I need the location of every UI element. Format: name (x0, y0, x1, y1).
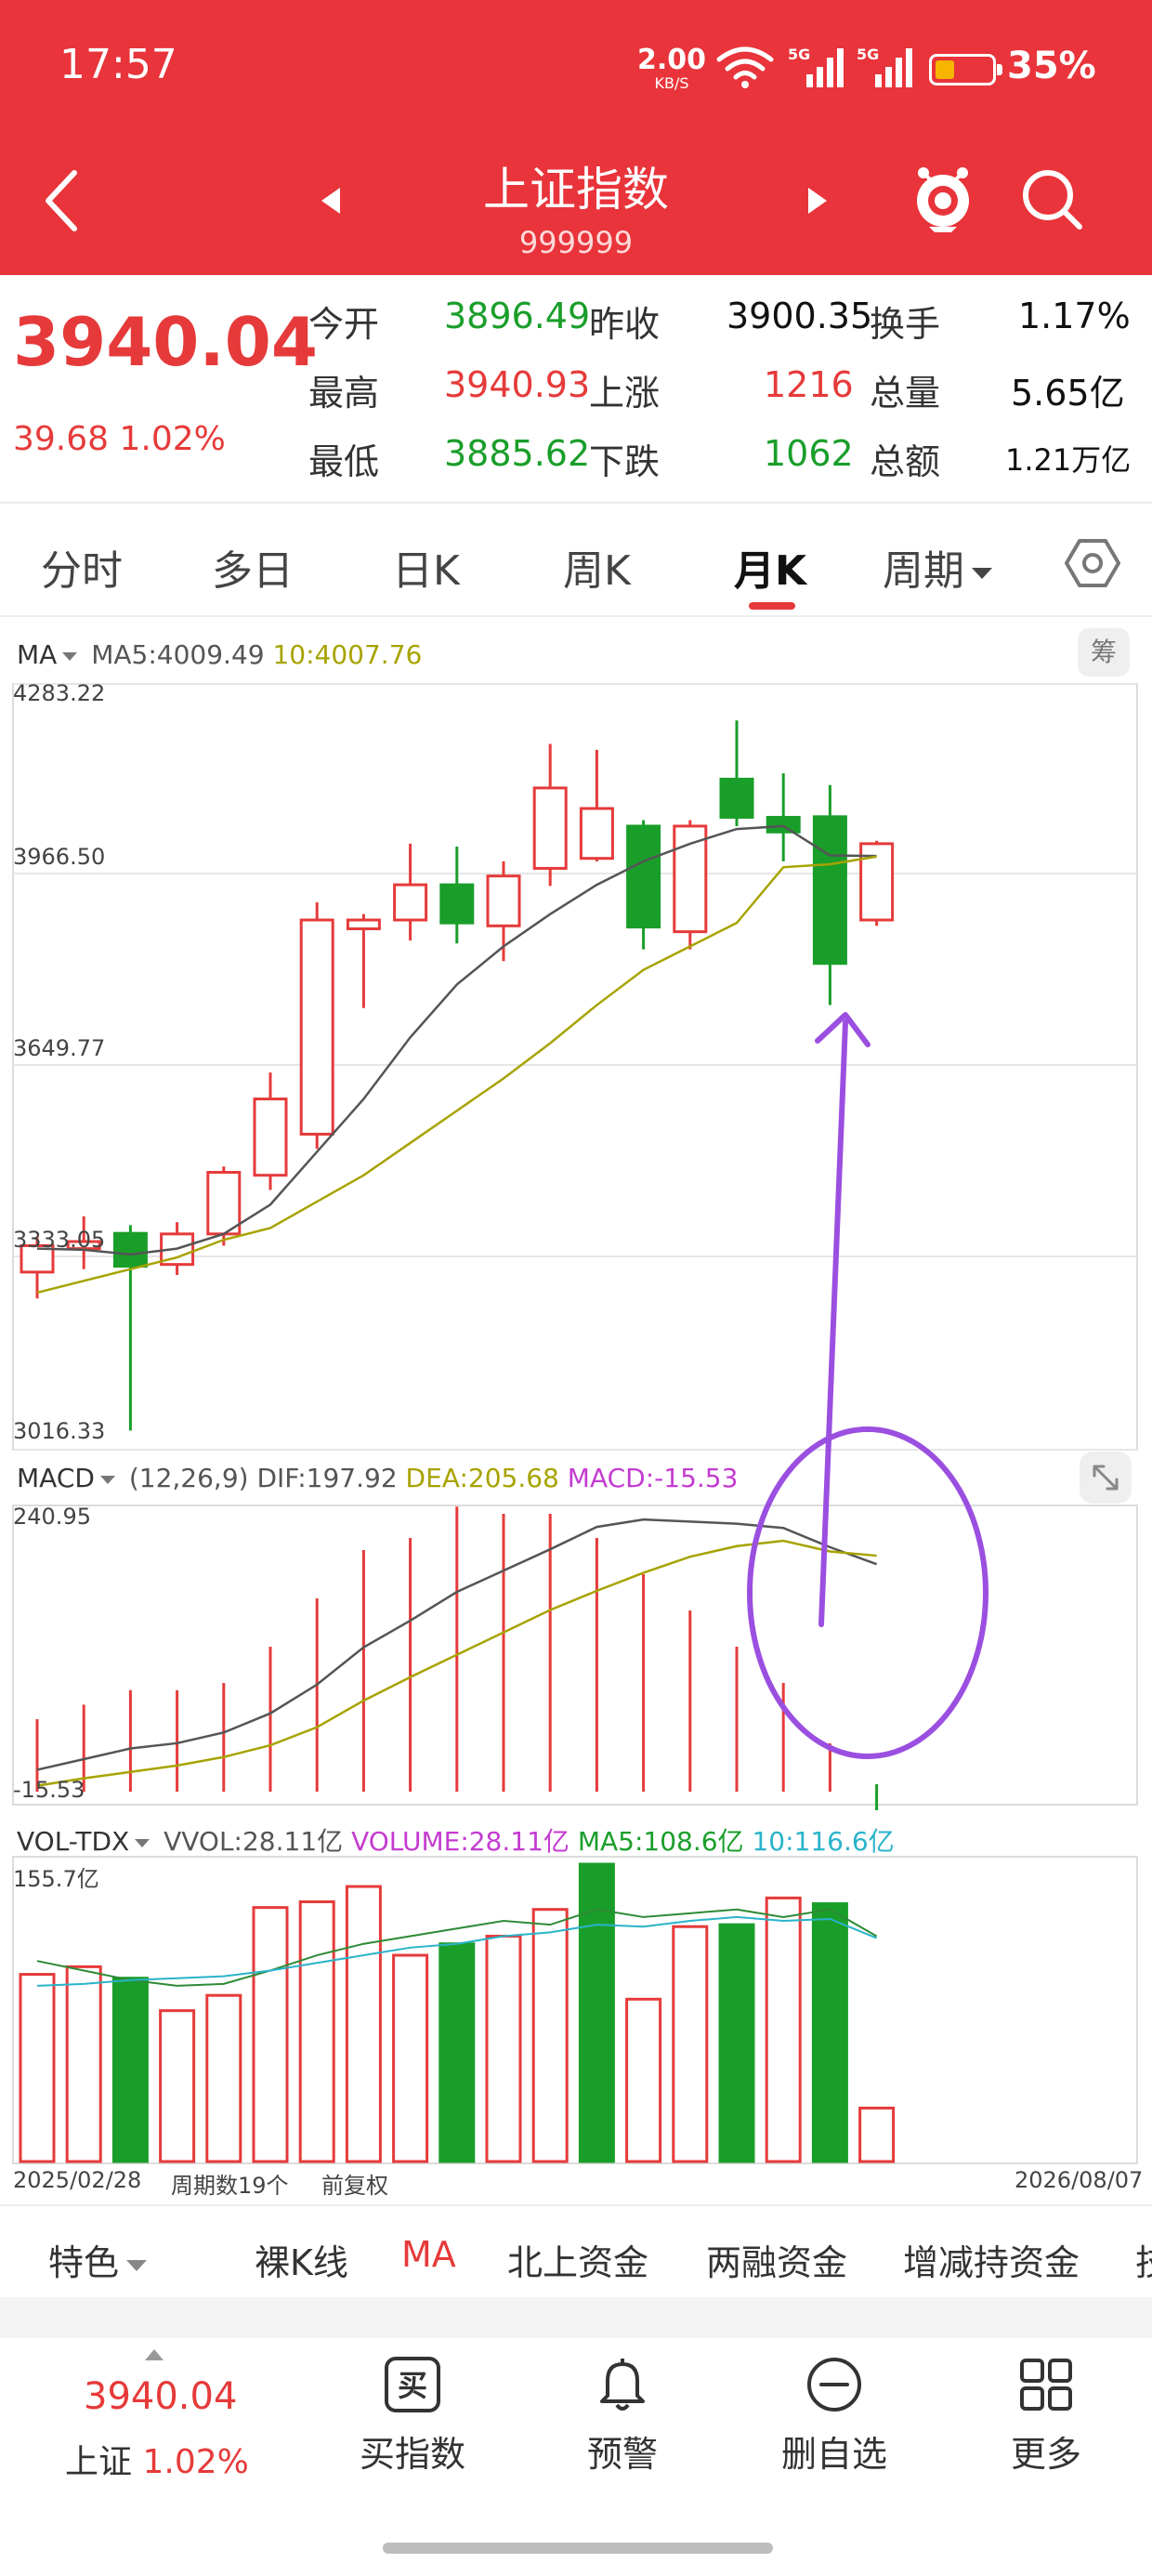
end-date: 2026/08/07 (1015, 2167, 1144, 2193)
volume-bar (159, 2009, 196, 2163)
remove-watchlist-button[interactable]: 删自选 (751, 2355, 918, 2477)
volume-bar (65, 1965, 102, 2163)
y-tick-label: 4283.22 (13, 680, 106, 706)
y-tick-label: 3016.33 (13, 1418, 106, 1444)
candle-body (206, 1171, 242, 1236)
remove-watchlist-icon (807, 2358, 861, 2412)
grid-lines (13, 683, 1137, 1451)
candle-body (486, 874, 521, 927)
start-date: 2025/02/28 (13, 2167, 142, 2193)
bottom-action-bar: 3940.04 上证 1.02% 买 买指数 预警 删自选 更多 (0, 2338, 1152, 2576)
volume-bar (625, 1997, 662, 2163)
candle-body (299, 918, 334, 1136)
feature-margin[interactable]: 两融资金 (706, 2234, 847, 2285)
macd-pane-frame (12, 1505, 1138, 1806)
chevron-down-icon (126, 2259, 148, 2271)
remove-watchlist-label: 删自选 (780, 2434, 887, 2475)
feature-special-dropdown[interactable]: 特色 (48, 2234, 148, 2285)
bottom-index-summary[interactable]: 上证 1.02% (65, 2435, 249, 2483)
volume-bar (439, 1942, 476, 2163)
feature-bar: 特色 裸K线 MA 北上资金 两融资金 增减持资金 技 (0, 2204, 1152, 2297)
feature-holding-change[interactable]: 增减持资金 (903, 2234, 1080, 2285)
volume-bar (111, 1977, 149, 2163)
volume-bar (765, 1896, 802, 2163)
alert-label: 预警 (586, 2434, 658, 2475)
bottom-price[interactable]: 3940.04 (84, 2375, 237, 2418)
volume-bar (252, 1906, 289, 2163)
kline-pane-frame (12, 683, 1138, 1451)
volume-bar (718, 1923, 755, 2163)
candle-body (673, 824, 708, 934)
buy-icon: 买 (385, 2357, 440, 2412)
alert-button[interactable]: 预警 (539, 2355, 706, 2477)
bottom-index-name: 上证 (65, 2443, 133, 2481)
volume-bar (345, 1885, 382, 2163)
annotation-arrow-line (818, 1019, 848, 1627)
candle-body (719, 777, 754, 819)
volume-bar (672, 1925, 709, 2163)
y-tick-label: 3649.77 (13, 1035, 106, 1061)
candle-body (532, 786, 568, 870)
vol-tick-label: 155.7亿 (13, 1866, 99, 1892)
bottom-index-change: 1.02% (142, 2443, 249, 2481)
buy-index-button[interactable]: 买 买指数 (329, 2355, 496, 2477)
feature-special-label: 特色 (48, 2242, 120, 2283)
volume-bar (485, 1934, 522, 2163)
feature-northbound[interactable]: 北上资金 (507, 2234, 648, 2285)
more-label: 更多 (1010, 2434, 1081, 2475)
volume-bar (392, 1953, 429, 2163)
svg-text:买: 买 (398, 2368, 427, 2403)
adjust-type: 前复权 (321, 2173, 388, 2199)
feature-ma[interactable]: MA (401, 2234, 456, 2275)
annotation (747, 1012, 988, 1759)
candle-body (112, 1231, 148, 1268)
feature-more-cut[interactable]: 技 (1135, 2234, 1152, 2285)
volume-bar (298, 1899, 335, 2163)
volume-bar (19, 1973, 56, 2163)
y-tick-label: 3333.05 (13, 1227, 106, 1253)
volume-bar (205, 1993, 242, 2163)
annotation-circle (747, 1426, 988, 1759)
y-tick-label: 3966.50 (13, 844, 106, 870)
grid-more-icon (1020, 2359, 1072, 2411)
candle-body (766, 815, 801, 834)
caret-up-icon[interactable] (143, 2347, 165, 2362)
volume-bar (531, 1908, 569, 2163)
volume-bar (811, 1902, 848, 2163)
volume-series (19, 1862, 896, 2163)
candle-body (346, 918, 381, 930)
candle-body (812, 815, 847, 966)
feature-naked-k[interactable]: 裸K线 (255, 2234, 348, 2285)
divider-strip (0, 2297, 1152, 2338)
candle-body (393, 883, 428, 922)
bell-icon (600, 2359, 645, 2411)
macd-tick-label: 240.95 (13, 1504, 91, 1530)
candle-body (626, 824, 661, 929)
macd-tick-label: -15.53 (13, 1777, 85, 1803)
candle-body (439, 883, 475, 925)
volume-bar (858, 2106, 896, 2163)
period-count: 周期数19个 (171, 2173, 289, 2199)
candle-body (253, 1097, 288, 1177)
more-button[interactable]: 更多 (962, 2355, 1130, 2477)
buy-index-label: 买指数 (359, 2434, 465, 2475)
kline-series (20, 720, 895, 1431)
candle-body (579, 807, 614, 861)
home-indicator[interactable] (383, 2543, 773, 2554)
